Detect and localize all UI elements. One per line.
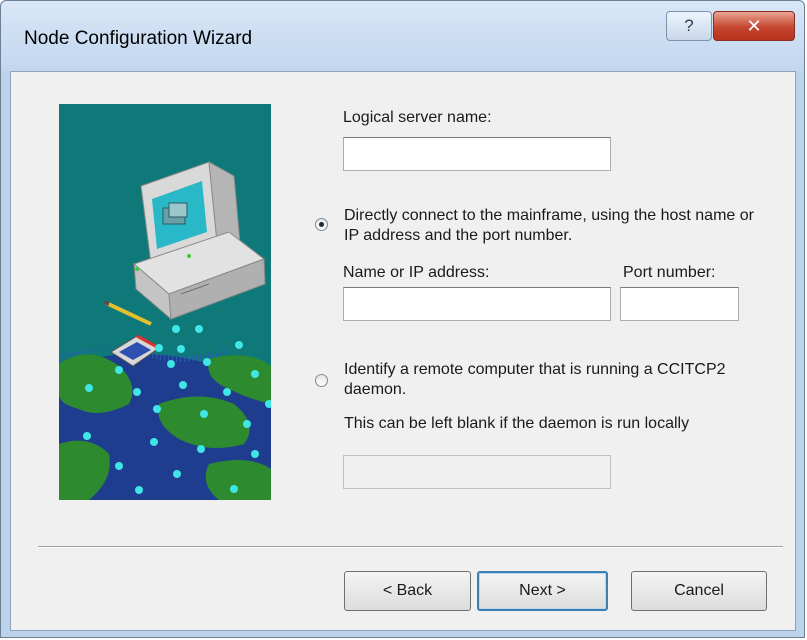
port-input[interactable] [620, 287, 739, 321]
logical-server-input[interactable] [343, 137, 611, 171]
title-bar[interactable]: Node Configuration Wizard ? ✕ [1, 1, 804, 71]
back-button[interactable]: < Back [344, 571, 471, 611]
remote-daemon-hint: This can be left blank if the daemon is … [344, 415, 690, 432]
illustration-graphic [0, 161, 309, 574]
close-button[interactable]: ✕ [713, 11, 795, 41]
wizard-body: Logical server name: Directly connect to… [0, 71, 796, 631]
direct-connect-label[interactable]: Directly connect to the mainframe, using… [344, 206, 764, 246]
computer-network-illustration [0, 104, 309, 574]
port-label: Port number: [623, 264, 716, 281]
help-button[interactable]: ? [666, 11, 712, 41]
radio-selected-dot [319, 222, 324, 227]
remote-daemon-radio[interactable] [315, 374, 328, 387]
help-icon: ? [684, 16, 694, 35]
wizard-window: Node Configuration Wizard ? ✕ Logical se… [0, 0, 805, 638]
name-ip-label: Name or IP address: [343, 264, 490, 281]
direct-connect-radio[interactable] [315, 218, 328, 231]
cancel-button[interactable]: Cancel [631, 571, 767, 611]
window-title: Node Configuration Wizard [24, 28, 253, 49]
next-button[interactable]: Next > [477, 571, 608, 611]
remote-daemon-label[interactable]: Identify a remote computer that is runni… [344, 360, 744, 400]
close-icon: ✕ [746, 15, 762, 36]
logical-server-label: Logical server name: [343, 109, 492, 126]
remote-computer-input[interactable] [343, 455, 611, 489]
button-separator [38, 546, 783, 548]
name-ip-input[interactable] [343, 287, 611, 321]
